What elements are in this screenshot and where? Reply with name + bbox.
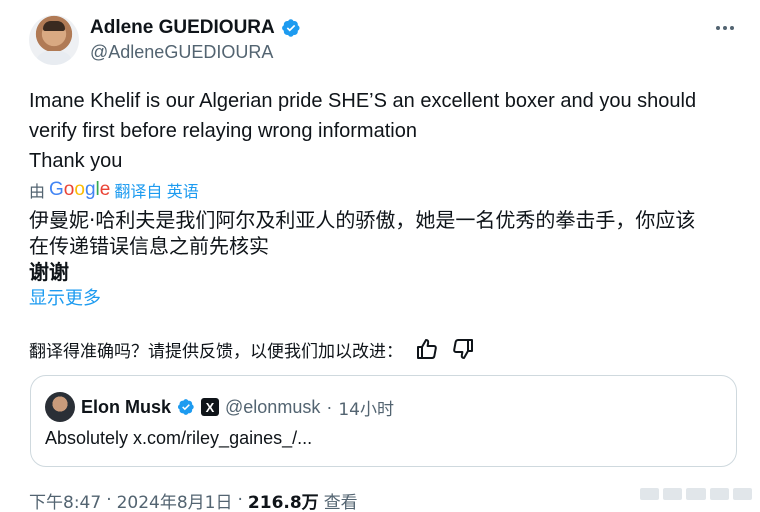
quote-display-name[interactable]: Elon Musk — [81, 397, 171, 418]
watermark-block — [640, 488, 660, 500]
translated-by: 由 Google 翻译自 英语 — [29, 178, 199, 202]
quote-dot: · — [326, 396, 333, 417]
quote-time[interactable]: 14小时 — [338, 395, 394, 420]
author-handle[interactable]: @AdleneGUEDIOURA — [90, 42, 273, 63]
meta-separator: · — [106, 490, 112, 510]
thumbs-up-icon[interactable] — [415, 337, 439, 361]
author-display-name[interactable]: Adlene GUEDIOURA — [90, 17, 275, 39]
feedback-question: 翻译得准确吗？请提供反馈，以便我们加以改进： — [29, 341, 403, 362]
tweet-line: Imane Khelif is our Algerian pride SHE’S… — [29, 90, 697, 112]
tweet-meta: 下午8:47 · 2024年8月1日 · 216.8万 查看 — [29, 488, 358, 512]
google-letter: o — [74, 179, 85, 200]
tweet-date[interactable]: 2024年8月1日 — [117, 488, 233, 512]
watermark-block — [686, 488, 706, 500]
author-name-row: Adlene GUEDIOURA — [90, 15, 301, 41]
tweet-time[interactable]: 下午8:47 — [29, 488, 101, 512]
x-affiliation-icon: X — [201, 398, 220, 416]
watermark-block — [709, 488, 729, 500]
watermark-logo — [640, 482, 753, 506]
quoted-tweet[interactable]: Elon Musk X @elonmusk · 14小时 Absolutely … — [30, 375, 737, 467]
author-avatar[interactable] — [29, 15, 79, 65]
meta-separator: · — [237, 490, 243, 510]
views-label: 查看 — [323, 492, 358, 512]
translated-line: 伊曼妮·哈利夫是我们阿尔及利亚人的骄傲，她是一名优秀的拳击手，你应该 — [29, 208, 696, 232]
google-logo: Google — [49, 179, 110, 201]
tweet-line: Thank you — [29, 150, 123, 172]
watermark-block — [663, 488, 683, 500]
show-more-link[interactable]: 显示更多 — [29, 284, 101, 310]
tweet-line: verify first before relaying wrong infor… — [29, 120, 417, 142]
quote-avatar[interactable] — [45, 392, 75, 422]
translation-feedback: 翻译得准确吗？请提供反馈，以便我们加以改进： — [29, 336, 475, 362]
google-letter: o — [63, 179, 75, 200]
more-dot — [723, 26, 727, 30]
google-letter: e — [99, 179, 111, 200]
verified-badge-icon — [281, 19, 300, 37]
google-letter: g — [84, 179, 96, 200]
more-dot — [730, 26, 734, 30]
translate-from-link[interactable]: 翻译自 英语 — [114, 178, 198, 202]
avatar-shirt — [35, 51, 73, 65]
quote-handle[interactable]: @elonmusk — [225, 397, 320, 418]
translated-by-prefix: 由 — [29, 184, 46, 201]
more-options-icon[interactable] — [712, 18, 738, 38]
translated-line: 谢谢 — [29, 260, 69, 284]
watermark-block — [732, 488, 753, 500]
quote-header: Elon Musk X @elonmusk · 14小时 — [81, 392, 394, 422]
avatar-hair — [43, 21, 65, 31]
verified-badge-icon — [177, 399, 194, 415]
translated-line: 在传递错误信息之前先核实 — [29, 234, 269, 258]
google-letter: G — [49, 179, 64, 200]
thumbs-down-icon[interactable] — [451, 337, 475, 361]
tweet-text: Imane Khelif is our Algerian pride SHE’S… — [29, 86, 739, 176]
more-dot — [716, 26, 720, 30]
views-count: 216.8万 — [247, 492, 319, 512]
quote-text: Absolutely x.com/riley_gaines_/... — [45, 428, 313, 448]
translated-text: 伊曼妮·哈利夫是我们阿尔及利亚人的骄傲，她是一名优秀的拳击手，你应该 在传递错误… — [29, 207, 744, 285]
